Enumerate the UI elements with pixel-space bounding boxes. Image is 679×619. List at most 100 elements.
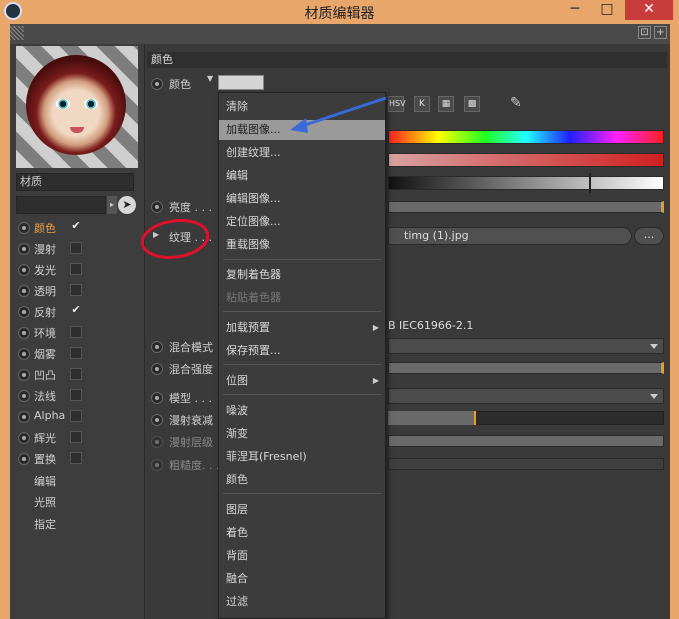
brightness-radio[interactable] xyxy=(151,201,163,213)
panel-grip-icon[interactable] xyxy=(10,26,24,40)
menu-item[interactable]: 背面 xyxy=(219,546,385,566)
menu-item[interactable]: 图层 xyxy=(219,500,385,520)
menu-item[interactable]: 加载图像... xyxy=(219,120,385,140)
menu-item[interactable]: 编辑 xyxy=(219,166,385,186)
roughness-slider[interactable] xyxy=(388,458,664,470)
channel-item[interactable]: 颜色 ✔ xyxy=(18,219,138,237)
kelvin-mode-button[interactable]: K xyxy=(414,96,430,112)
channel-radio[interactable] xyxy=(18,369,30,381)
color-dropdown-icon[interactable]: ▼ xyxy=(207,74,213,83)
channel-item[interactable]: 反射 ✔ xyxy=(18,303,138,321)
close-button[interactable]: ✕ xyxy=(625,0,673,20)
menu-item[interactable]: 菲涅耳(Fresnel) xyxy=(219,447,385,467)
hsv-mode-button[interactable]: HSV xyxy=(388,96,406,112)
channel-radio[interactable] xyxy=(18,264,30,276)
menu-item[interactable]: 过滤 xyxy=(219,592,385,612)
texture-file-field[interactable]: timg (1).jpg xyxy=(388,227,632,245)
channel-item[interactable]: 法线 xyxy=(18,387,138,405)
menu-item[interactable]: 着色 xyxy=(219,523,385,543)
channel-radio[interactable] xyxy=(18,327,30,339)
hue-slider[interactable] xyxy=(388,130,664,144)
channel-checkbox[interactable] xyxy=(70,284,82,296)
saturation-slider[interactable] xyxy=(388,153,664,167)
roughness-radio[interactable] xyxy=(151,459,163,471)
maximize-button[interactable]: □ xyxy=(592,0,622,20)
texture-expand-icon[interactable]: ▶ xyxy=(153,230,159,239)
minimize-button[interactable]: ─ xyxy=(560,0,590,20)
texture-browse-button[interactable]: ... xyxy=(634,227,664,245)
channel-item[interactable]: 漫射 xyxy=(18,240,138,258)
channel-checkbox[interactable] xyxy=(70,389,82,401)
diffuse-level-label: 漫射层级 xyxy=(169,436,213,449)
blend-strength-slider[interactable] xyxy=(388,362,664,374)
color-radio[interactable] xyxy=(151,78,163,90)
brightness-slider[interactable] xyxy=(388,201,664,213)
new-window-icon[interactable]: + xyxy=(654,26,667,39)
menu-item[interactable]: 位图 ▶ xyxy=(219,371,385,391)
channel-radio[interactable] xyxy=(18,306,30,318)
channel-item[interactable]: 发光 xyxy=(18,261,138,279)
channel-checkbox[interactable] xyxy=(70,368,82,380)
channel-label: 环境 xyxy=(34,327,56,340)
channel-radio[interactable] xyxy=(18,453,30,465)
lock-icon[interactable]: ⊡ xyxy=(638,26,651,39)
value-slider-handle[interactable] xyxy=(589,173,591,193)
menu-item[interactable]: 复制着色器 xyxy=(219,265,385,285)
material-name-field[interactable]: 材质 xyxy=(16,173,134,191)
mixer-mode-icon[interactable]: ▦ xyxy=(438,96,454,112)
menu-item[interactable]: 渐变 xyxy=(219,424,385,444)
channel-radio[interactable] xyxy=(18,348,30,360)
menu-item[interactable]: 颜色 xyxy=(219,470,385,490)
channel-checkbox[interactable] xyxy=(70,452,82,464)
blend-mode-dropdown[interactable] xyxy=(388,338,664,354)
channel-item[interactable]: 烟雾 xyxy=(18,345,138,363)
channel-item[interactable]: 凹凸 xyxy=(18,366,138,384)
menu-item[interactable]: 定位图像... xyxy=(219,212,385,232)
channel-radio[interactable] xyxy=(18,243,30,255)
channel-checkbox[interactable]: ✔ xyxy=(70,220,82,233)
eyedropper-icon[interactable]: ✎ xyxy=(510,95,522,111)
channel-radio[interactable] xyxy=(18,411,30,423)
channel-checkbox[interactable] xyxy=(70,410,82,422)
channel-checkbox[interactable] xyxy=(70,347,82,359)
diffuse-level-slider[interactable] xyxy=(388,435,664,447)
channel-item[interactable]: Alpha xyxy=(18,408,138,426)
blend-mode-radio[interactable] xyxy=(151,341,163,353)
model-radio[interactable] xyxy=(151,392,163,404)
channel-radio[interactable] xyxy=(18,222,30,234)
spectrum-mode-icon[interactable]: ▩ xyxy=(464,96,480,112)
material-search-input[interactable] xyxy=(16,196,106,214)
channel-checkbox[interactable] xyxy=(70,431,82,443)
menu-item[interactable]: 保存预置... xyxy=(219,341,385,361)
value-slider[interactable] xyxy=(388,176,664,190)
menu-item[interactable]: 重载图像 xyxy=(219,235,385,255)
material-dropdown-arrow[interactable]: ▸ xyxy=(107,196,117,214)
menu-item[interactable]: 创建纹理... xyxy=(219,143,385,163)
menu-item-label: 编辑图像... xyxy=(226,192,281,205)
link-assign[interactable]: 指定 xyxy=(34,516,56,534)
menu-item[interactable]: 加载预置 ▶ xyxy=(219,318,385,338)
link-edit[interactable]: 编辑 xyxy=(34,473,56,491)
channel-checkbox[interactable] xyxy=(70,326,82,338)
link-illumination[interactable]: 光照 xyxy=(34,494,56,512)
diffuse-falloff-radio[interactable] xyxy=(151,414,163,426)
channel-item[interactable]: 环境 xyxy=(18,324,138,342)
channel-checkbox[interactable]: ✔ xyxy=(70,304,82,317)
pick-object-icon[interactable]: ➤ xyxy=(118,196,136,214)
menu-item[interactable]: 噪波 xyxy=(219,401,385,421)
channel-item[interactable]: 辉光 xyxy=(18,429,138,447)
color-swatch[interactable] xyxy=(218,75,264,90)
diffuse-level-radio[interactable] xyxy=(151,436,163,448)
channel-checkbox[interactable] xyxy=(70,263,82,275)
channel-radio[interactable] xyxy=(18,432,30,444)
channel-checkbox[interactable] xyxy=(70,242,82,254)
menu-item[interactable]: 清除 xyxy=(219,97,385,117)
menu-item[interactable]: 编辑图像... xyxy=(219,189,385,209)
blend-strength-radio[interactable] xyxy=(151,363,163,375)
channel-item[interactable]: 置换 xyxy=(18,450,138,468)
model-dropdown[interactable] xyxy=(388,388,664,404)
channel-radio[interactable] xyxy=(18,390,30,402)
menu-item[interactable]: 融合 xyxy=(219,569,385,589)
channel-radio[interactable] xyxy=(18,285,30,297)
channel-item[interactable]: 透明 xyxy=(18,282,138,300)
